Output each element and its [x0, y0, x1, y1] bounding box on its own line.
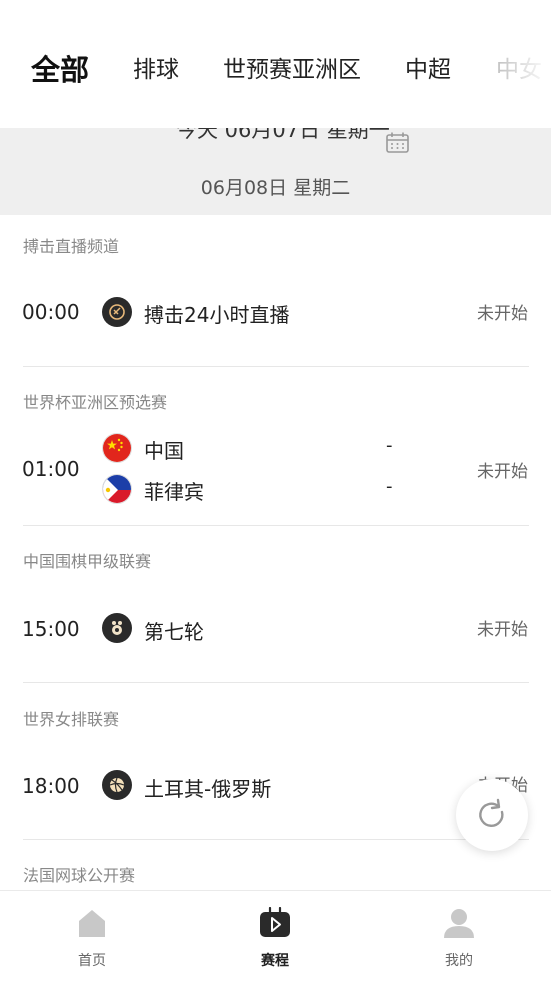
- match-time: 01:00: [22, 457, 80, 481]
- tab-csl[interactable]: 中超: [405, 46, 451, 94]
- league-label: 世界女排联赛: [23, 710, 120, 729]
- tab-fade-overlay: [491, 46, 551, 94]
- volleyball-icon: [102, 770, 132, 800]
- nav-home[interactable]: 首页: [32, 891, 152, 981]
- away-team: 菲律宾: [144, 480, 204, 504]
- match-name: 第七轮: [144, 620, 204, 644]
- home-team: 中国: [144, 439, 184, 463]
- league-label: 世界杯亚洲区预选赛: [23, 393, 168, 412]
- schedule-play-icon: [260, 907, 290, 937]
- refresh-icon: [479, 798, 504, 827]
- bottom-navigation: 首页 赛程 我的: [0, 890, 551, 981]
- go-icon: [102, 613, 132, 643]
- nav-home-label: 首页: [78, 953, 106, 969]
- refresh-button[interactable]: [456, 779, 528, 851]
- match-time: 15:00: [22, 617, 80, 641]
- previous-date-label[interactable]: 今天 06月07日 星期一: [176, 128, 390, 144]
- match-name: 搏击24小时直播: [144, 303, 290, 327]
- current-date-label[interactable]: 06月08日 星期二: [0, 173, 551, 200]
- boxing-icon: [102, 297, 132, 327]
- match-name: 土耳其-俄罗斯: [144, 777, 272, 801]
- match-item-wc-qualifier[interactable]: 世界杯亚洲区预选赛 01:00 中国 - 菲律宾 - 未开始: [0, 367, 551, 526]
- match-status: 未开始: [477, 304, 528, 324]
- category-tabs: 全部 排球 世预赛亚洲区 中超 中女: [0, 46, 551, 94]
- match-item-boxing[interactable]: 搏击直播频道 00:00 搏击24小时直播 未开始: [0, 215, 551, 367]
- calendar-icon[interactable]: [386, 132, 409, 153]
- league-label: 法国网球公开赛: [23, 866, 136, 885]
- nav-profile[interactable]: 我的: [399, 891, 519, 981]
- home-icon: [79, 910, 105, 937]
- nav-profile-label: 我的: [445, 953, 473, 969]
- tab-all[interactable]: 全部: [31, 46, 89, 94]
- china-flag-icon: [102, 433, 132, 463]
- tab-wc-qualifier-asia[interactable]: 世预赛亚洲区: [223, 46, 361, 94]
- nav-schedule-label: 赛程: [261, 953, 289, 969]
- match-time: 00:00: [22, 300, 80, 324]
- nav-schedule[interactable]: 赛程: [215, 891, 335, 981]
- match-time: 18:00: [22, 774, 80, 798]
- category-tab-bar: 全部 排球 世预赛亚洲区 中超 中女: [0, 0, 551, 128]
- user-icon: [444, 909, 474, 938]
- tab-volleyball[interactable]: 排球: [133, 46, 179, 94]
- league-label: 中国围棋甲级联赛: [23, 552, 152, 571]
- match-item-go[interactable]: 中国围棋甲级联赛 15:00 第七轮 未开始: [0, 525, 551, 683]
- match-status: 未开始: [477, 620, 528, 640]
- philippines-flag-icon: [102, 474, 132, 504]
- home-score: -: [386, 435, 393, 456]
- match-status: 未开始: [477, 462, 528, 482]
- away-score: -: [386, 476, 393, 497]
- league-label: 搏击直播频道: [23, 237, 120, 256]
- date-header: 今天 06月07日 星期一 06月08日 星期二: [0, 128, 551, 215]
